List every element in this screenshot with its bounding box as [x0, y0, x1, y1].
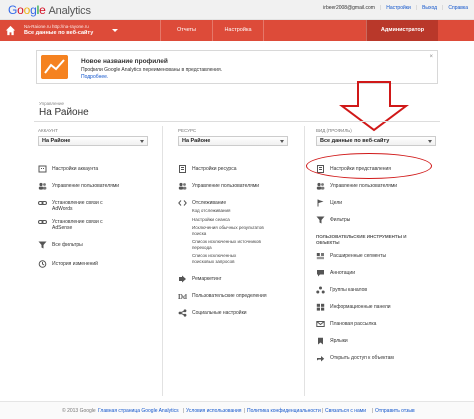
annotation-icon [317, 270, 324, 277]
users-icon [38, 182, 47, 190]
property-header: РЕСУРС [178, 128, 197, 133]
tracking-code-link[interactable]: Код отслеживания [178, 208, 288, 214]
notice-title: Новое название профилей [81, 58, 168, 65]
account-column: АККАУНТ На Районе Настройки аккаунта Упр… [38, 128, 148, 268]
account-user-management-link[interactable]: Управление пользователями [38, 182, 148, 190]
organic-search-sources-link[interactable]: Исключения обычных результатов поиска [178, 225, 268, 236]
change-history-link[interactable]: История изменений [38, 260, 148, 268]
social-settings-link[interactable]: Социальные настройки [178, 309, 288, 317]
analytics-chart-icon [41, 55, 68, 79]
main-nav: Na-Raione.ru http://na-rayone.ru Все дан… [0, 20, 474, 41]
shortcut-icon [318, 337, 323, 345]
custom-definitions-link[interactable]: Dd Пользовательские определения [178, 293, 288, 300]
profile-name: Все данные по веб-сайту [24, 30, 94, 36]
dashboard-icon [316, 303, 325, 311]
account-selector[interactable]: Na-Raione.ru http://na-rayone.ru Все дан… [24, 23, 93, 37]
channel-groupings-link[interactable]: Группы каналов [316, 286, 436, 294]
divider [34, 121, 440, 122]
property-settings-link[interactable]: Настройки ресурса [178, 165, 288, 173]
notice-banner: Новое название профилей Профили Google A… [36, 50, 438, 84]
account-url: Na-Raione.ru http://na-rayone.ru [24, 24, 89, 29]
view-filters-link[interactable]: Фильтры [316, 216, 436, 224]
property-column: РЕСУРС На Районе Настройки ресурса Управ… [178, 128, 288, 317]
account-settings-link[interactable]: Настройки аккаунта [38, 165, 148, 173]
envelope-icon [316, 321, 325, 327]
all-filters-link[interactable]: Все фильтры [38, 241, 148, 249]
footer-copyright: © 2013 Google [62, 408, 96, 414]
link-icon [38, 220, 47, 224]
view-header: ВИД (ПРОФИЛЬ) [316, 128, 352, 133]
footer: © 2013 Google Главная страница Google An… [0, 401, 474, 419]
breadcrumb[interactable]: Управление [39, 101, 64, 106]
footer-link-terms[interactable]: Условия использования [186, 408, 242, 414]
shortcuts-link[interactable]: Ярлыки [316, 337, 436, 345]
chevron-down-icon [140, 140, 144, 143]
adsense-linking-link[interactable]: Установление связи с AdSense [38, 219, 118, 231]
close-icon[interactable]: × [429, 54, 433, 60]
link-icon [38, 201, 47, 205]
social-icon [178, 309, 187, 317]
highlight-oval-annotation [306, 153, 432, 179]
document-icon [179, 165, 186, 173]
product-name: Analytics [48, 5, 91, 17]
notice-body: Профили Google Analytics переименованы в… [81, 67, 223, 73]
users-icon [178, 182, 187, 190]
segments-icon [316, 253, 324, 260]
referral-exclusion-link[interactable]: Список исключенных источников перехода [178, 239, 268, 250]
tab-admin[interactable]: Администратор [366, 20, 438, 41]
share-assets-link[interactable]: Открыть доступ к объектам [316, 355, 436, 362]
flag-icon [317, 199, 324, 207]
view-user-management-link[interactable]: Управление пользователями [316, 182, 436, 190]
column-divider [162, 126, 163, 396]
page-title: На Районе [39, 107, 89, 118]
remarketing-link[interactable]: Ремаркетинг [178, 275, 288, 283]
adwords-linking-link[interactable]: Установление связи с AdWords [38, 200, 118, 212]
settings-link[interactable]: Настройки [386, 5, 411, 11]
account-header: АККАУНТ [38, 128, 58, 133]
footer-link-feedback[interactable]: Отправить отзыв [375, 408, 415, 414]
history-icon [38, 260, 47, 268]
filter-icon [316, 216, 325, 224]
footer-link-contact[interactable]: Связаться с нами [325, 408, 366, 414]
annotations-link[interactable]: Аннотации [316, 270, 436, 277]
help-link[interactable]: Справка [448, 5, 468, 11]
tab-customization[interactable]: Настройка [212, 20, 264, 41]
remarketing-icon [179, 275, 186, 283]
tab-reports[interactable]: Отчеты [160, 20, 212, 41]
chevron-down-icon [428, 140, 432, 143]
account-select[interactable]: На Районе [38, 136, 148, 146]
filter-icon [38, 241, 47, 249]
footer-link-privacy[interactable]: Политика конфиденциальности [247, 408, 321, 414]
search-term-exclusion-link[interactable]: Список исключенных поисковых запросов [178, 253, 258, 264]
user-email[interactable]: irbeer2008@gmail.com [323, 5, 375, 11]
personal-tools-section-title: ПОЛЬЗОВАТЕЛЬСКИЕ ИНСТРУМЕНТЫ И ОБЪЕКТЫ [316, 234, 407, 245]
code-icon [178, 200, 187, 206]
google-analytics-logo[interactable]: Google Analytics [8, 3, 91, 17]
footer-link-analytics-home[interactable]: Главная страница Google Analytics [98, 408, 179, 414]
dimension-icon: Dd [178, 293, 187, 300]
learn-more-link[interactable]: Подробнее. [81, 74, 108, 80]
column-divider [304, 126, 305, 396]
channels-icon [316, 286, 325, 294]
top-bar: Google Analytics irbeer2008@gmail.com | Н… [0, 0, 474, 20]
property-user-management-link[interactable]: Управление пользователями [178, 182, 288, 190]
chevron-down-icon[interactable] [112, 29, 118, 32]
red-arrow-annotation [339, 81, 409, 132]
chevron-down-icon [280, 140, 284, 143]
home-icon[interactable] [5, 25, 16, 36]
advanced-segments-link[interactable]: Расширенные сегменты [316, 253, 436, 260]
scheduled-emails-link[interactable]: Плановая рассылка [316, 321, 436, 327]
tracking-info-link[interactable]: Отслеживание [178, 200, 288, 206]
goals-link[interactable]: Цели [316, 199, 436, 207]
svg-text:Dd: Dd [178, 293, 187, 300]
property-select[interactable]: На Районе [178, 136, 288, 146]
users-icon [316, 182, 325, 190]
dashboards-link[interactable]: Информационные панели [316, 303, 436, 311]
logout-link[interactable]: Выход [422, 5, 437, 11]
share-icon [317, 356, 325, 362]
view-select[interactable]: Все данные по веб-сайту [316, 136, 436, 146]
building-icon [38, 165, 47, 173]
session-settings-link[interactable]: Настройки сеанса [178, 217, 288, 223]
